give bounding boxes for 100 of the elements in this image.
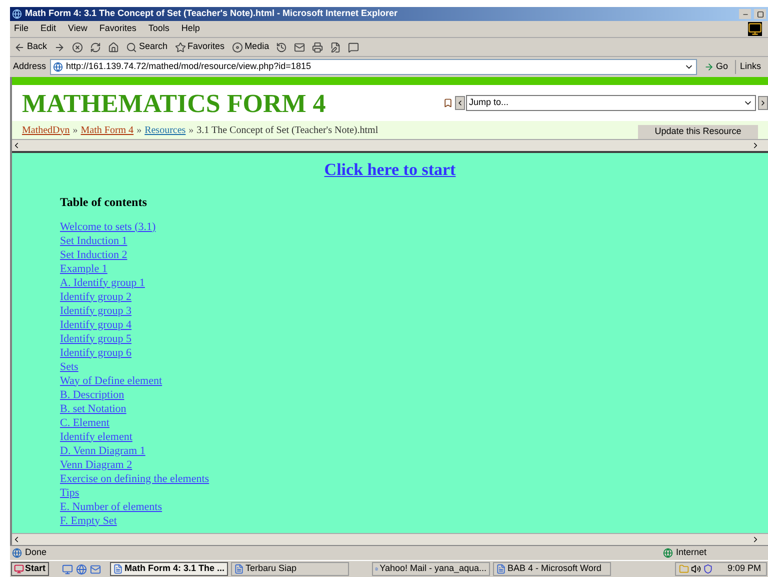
toolbar-button[interactable] <box>72 42 84 52</box>
windows-logo-icon <box>748 22 762 36</box>
back-arrow-icon <box>14 42 25 52</box>
toolbar-button[interactable]: Favorites <box>174 40 225 54</box>
breadcrumb-item[interactable]: Resources <box>144 122 186 138</box>
browser-icon[interactable] <box>76 564 87 574</box>
clock: 9:09 PM <box>727 562 761 576</box>
status-text: Done <box>25 546 47 560</box>
search-icon <box>126 42 138 52</box>
toolbar-button[interactable] <box>276 42 288 52</box>
jump-to-select[interactable]: Jump to... <box>466 95 756 111</box>
chevron-right-icon <box>759 99 767 107</box>
volume-icon[interactable] <box>691 564 702 574</box>
breadcrumb-item: 3.1 The Concept of Set (Teacher's Note).html <box>196 124 378 138</box>
toolbar-button[interactable] <box>348 42 360 52</box>
toolbar-button[interactable] <box>90 42 102 52</box>
toolbar-button[interactable] <box>108 42 120 52</box>
scroll-left-icon[interactable] <box>12 535 21 544</box>
globe-icon <box>12 9 22 19</box>
toc-link[interactable]: Venn Diagram 2 <box>60 458 132 472</box>
toc-link[interactable]: A. Identify group 1 <box>60 276 145 290</box>
edit-icon <box>330 42 342 52</box>
star-icon <box>174 42 186 52</box>
breadcrumb-item[interactable]: MathedDyn <box>22 122 70 138</box>
breadcrumb-separator: » <box>188 124 194 138</box>
toolbar-button[interactable] <box>330 42 342 52</box>
breadcrumb-separator: » <box>136 124 142 138</box>
toc-link[interactable]: Set Induction 1 <box>60 234 128 248</box>
toc-link[interactable]: Identify group 3 <box>60 304 132 318</box>
links-button[interactable]: Links <box>734 60 765 74</box>
home-icon <box>108 42 120 52</box>
toolbar-button[interactable] <box>54 42 66 52</box>
toc-link[interactable]: D. Venn Diagram 1 <box>60 444 146 458</box>
toolbar-button[interactable] <box>294 42 306 52</box>
bookmark-icon <box>443 98 453 108</box>
minimize-button[interactable] <box>739 9 751 19</box>
breadcrumb-item[interactable]: Math Form 4 <box>80 122 134 138</box>
stop-icon <box>72 42 84 52</box>
shield-icon[interactable] <box>703 564 714 574</box>
chevron-left-icon <box>456 99 464 107</box>
toolbar-button[interactable]: Back <box>14 40 48 54</box>
toc-link[interactable]: Sets <box>60 360 78 374</box>
zone-text: Internet <box>676 546 708 560</box>
toc-heading: Table of contents <box>60 194 148 210</box>
horizontal-scrollbar[interactable] <box>12 533 768 545</box>
chat-icon <box>348 42 360 52</box>
window-title: Math Form 4: 3.1 The Concept of Set (Teacher's Note).html - Microsoft Internet Explorer <box>25 7 398 20</box>
mail-icon <box>294 42 306 52</box>
disc-icon <box>232 42 243 52</box>
toc-link[interactable]: Way of Define element <box>60 374 162 388</box>
toc-link[interactable]: E. Number of elements <box>60 500 162 514</box>
toc-link[interactable]: B. Description <box>60 388 124 402</box>
start-button[interactable]: Start <box>11 562 49 576</box>
menu-item[interactable]: Favorites <box>99 22 136 36</box>
menu-item[interactable]: Tools <box>148 22 170 36</box>
toc-link[interactable]: Identify group 5 <box>60 332 132 346</box>
toolbar-button[interactable]: Search <box>126 40 168 54</box>
site-title: MATHEMATICS FORM 4 <box>22 88 326 120</box>
taskbar-task[interactable]: BAB 4 - Microsoft Word <box>492 562 611 576</box>
scroll-right-icon[interactable] <box>751 535 760 544</box>
address-field[interactable]: http://161.139.74.72/mathed/mod/resource/view.php?id=1815 <box>50 59 697 75</box>
scroll-right-icon[interactable] <box>751 141 760 150</box>
previous-button[interactable] <box>455 96 465 110</box>
go-button[interactable]: Go <box>700 60 731 74</box>
toc-link[interactable]: Identify group 4 <box>60 318 132 332</box>
horizontal-scrollbar[interactable] <box>12 139 768 151</box>
toc-link[interactable]: Tips <box>60 486 80 500</box>
desktop-icon[interactable] <box>62 564 73 574</box>
page-icon <box>53 62 64 72</box>
menu-item[interactable]: View <box>68 22 88 36</box>
scroll-left-icon[interactable] <box>12 141 21 150</box>
taskbar-task[interactable]: Math Form 4: 3.1 The ... <box>110 562 228 576</box>
next-button[interactable] <box>758 96 768 110</box>
printer-icon <box>312 42 324 52</box>
update-resource-button[interactable]: Update this Resource <box>638 125 758 139</box>
menu-item[interactable]: File <box>14 22 29 36</box>
page-icon <box>12 548 22 558</box>
menu-item[interactable]: Help <box>181 22 200 36</box>
windows-logo-icon <box>14 564 24 574</box>
maximize-button[interactable] <box>754 9 766 19</box>
menu-item[interactable]: Edit <box>40 22 56 36</box>
toolbar-button[interactable]: Media <box>232 40 270 54</box>
toc-link[interactable]: Welcome to sets (3.1) <box>60 220 156 234</box>
breadcrumb-separator: » <box>72 124 78 138</box>
address-label: Address <box>13 60 46 74</box>
toc-link[interactable]: B. set Notation <box>60 402 126 416</box>
mail-icon[interactable] <box>90 564 101 574</box>
toolbar-button[interactable] <box>312 42 324 52</box>
toc-link[interactable]: Identify group 6 <box>60 346 132 360</box>
taskbar-task[interactable]: Yahoo! Mail - yana_aqua... <box>372 562 490 576</box>
toc-link[interactable]: Exercise on defining the elements <box>60 472 210 486</box>
toc-link[interactable]: Example 1 <box>60 262 108 276</box>
toc-link[interactable]: C. Element <box>60 416 110 430</box>
start-link[interactable]: Click here to start <box>324 157 456 182</box>
toc-link[interactable]: Identify element <box>60 430 132 444</box>
taskbar-task[interactable]: Terbaru Siap <box>230 562 349 576</box>
forward-arrow-icon <box>54 42 66 52</box>
toc-link[interactable]: Set Induction 2 <box>60 248 128 262</box>
toc-link[interactable]: F. Empty Set <box>60 514 117 528</box>
toc-link[interactable]: Identify group 2 <box>60 290 132 304</box>
